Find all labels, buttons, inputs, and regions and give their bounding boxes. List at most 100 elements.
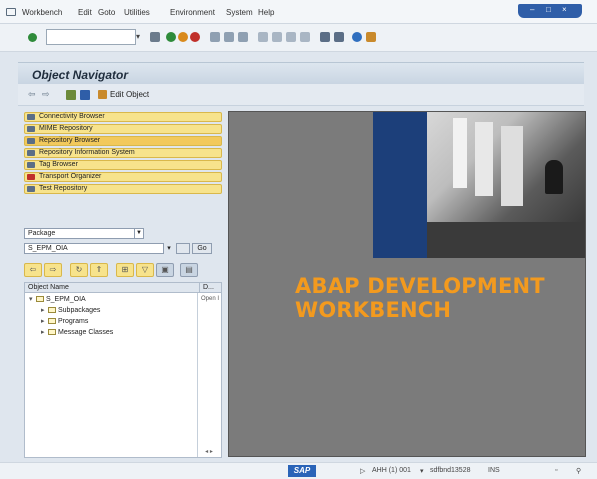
column-header-description[interactable]: D... <box>199 283 221 293</box>
seated-person <box>545 160 563 194</box>
go-button[interactable]: Go <box>192 243 212 254</box>
first-page-icon[interactable] <box>258 32 268 42</box>
tree-row-description: Open I <box>201 296 220 302</box>
tree-row-programs[interactable]: ▸ Programs <box>41 317 88 326</box>
sidebar-item-label: Transport Organizer <box>39 173 102 180</box>
tree-row-subpackages[interactable]: ▸ Subpackages <box>41 306 100 315</box>
chevron-down-icon[interactable]: ▾ <box>136 29 146 45</box>
sidebar-item-label: Connectivity Browser <box>39 113 105 120</box>
new-session-icon[interactable] <box>320 32 330 42</box>
find-icon[interactable] <box>224 32 234 42</box>
window-controls: – □ × <box>518 4 582 18</box>
print-icon[interactable] <box>210 32 220 42</box>
folder-icon <box>48 307 56 314</box>
next-page-icon[interactable] <box>286 32 296 42</box>
page-title: Object Navigator <box>32 68 129 82</box>
object-type-select[interactable]: Package <box>24 228 144 239</box>
last-page-icon[interactable] <box>300 32 310 42</box>
tree-row-root[interactable]: ▾ S_EPM_OIA <box>29 295 86 304</box>
layout-icon[interactable]: ▤ <box>180 263 198 277</box>
previous-page-icon[interactable] <box>272 32 282 42</box>
hierarchy-icon[interactable] <box>66 90 76 100</box>
play-icon[interactable]: ▷ <box>360 467 365 475</box>
menu-goto[interactable]: Goto <box>98 8 115 17</box>
system-info: AHH (1) 001 <box>372 467 411 474</box>
system-menu-icon[interactable] <box>6 8 16 16</box>
close-icon[interactable]: × <box>562 5 567 14</box>
application-toolbar: ⇦ ⇨ Edit Object <box>18 84 584 106</box>
chevron-down-icon[interactable]: ▼ <box>134 229 143 238</box>
column-header-object-name[interactable]: Object Name <box>28 283 69 292</box>
find-next-icon[interactable] <box>238 32 248 42</box>
sidebar-item-repository-browser[interactable]: Repository Browser <box>24 136 222 146</box>
sidebar-item-label: Repository Browser <box>39 137 101 144</box>
chevron-down-icon[interactable]: ▾ <box>420 467 424 475</box>
navigation-panel: Connectivity Browser MIME Repository Rep… <box>24 112 222 458</box>
repository-icon <box>27 138 35 144</box>
enter-icon[interactable] <box>28 33 37 42</box>
sidebar-item-connectivity-browser[interactable]: Connectivity Browser <box>24 112 222 122</box>
forward-arrow-icon[interactable]: ⇨ <box>44 263 62 277</box>
information-system-icon <box>27 150 35 156</box>
menu-help[interactable]: Help <box>258 8 274 17</box>
display-object-list-icon[interactable]: ▣ <box>156 263 174 277</box>
package-icon <box>36 296 44 303</box>
sidebar-item-tag-browser[interactable]: Tag Browser <box>24 160 222 170</box>
tree-row-label: S_EPM_OIA <box>46 296 86 303</box>
truck-icon <box>27 174 35 180</box>
help-icon[interactable] <box>352 32 362 42</box>
command-field[interactable] <box>46 29 136 45</box>
save-icon[interactable] <box>150 32 160 42</box>
collapse-icon[interactable]: ▾ <box>29 295 36 304</box>
welcome-title: ABAP DEVELOPMENT WORKBENCH <box>295 274 575 322</box>
sidebar-item-test-repository[interactable]: Test Repository <box>24 184 222 194</box>
menu-edit[interactable]: Edit <box>78 8 92 17</box>
back-arrow-icon[interactable]: ⇦ <box>28 89 36 100</box>
tree-row-label: Message Classes <box>58 329 114 336</box>
tag-icon <box>27 162 35 168</box>
filter-icon[interactable]: ▽ <box>136 263 154 277</box>
expand-icon[interactable]: ▸ <box>41 306 48 315</box>
expand-icon[interactable]: ▸ <box>41 328 48 337</box>
display-button[interactable] <box>176 243 190 254</box>
layout-menu-icon[interactable]: ▫ <box>555 467 557 474</box>
chevron-down-icon[interactable]: ▾ <box>164 243 174 254</box>
menu-environment[interactable]: Environment <box>170 8 215 17</box>
cancel-icon[interactable] <box>190 32 200 42</box>
exit-icon[interactable] <box>178 32 188 42</box>
tree-row-label: Programs <box>58 318 89 325</box>
sidebar-item-label: Tag Browser <box>39 161 78 168</box>
package-name-input[interactable]: S_EPM_OIA <box>24 243 164 254</box>
maximize-icon[interactable]: □ <box>546 5 551 14</box>
expand-icon[interactable]: ▸ <box>41 317 48 326</box>
back-arrow-icon[interactable]: ⇦ <box>24 263 42 277</box>
sidebar-item-mime-repository[interactable]: MIME Repository <box>24 124 222 134</box>
folder-icon <box>48 329 56 336</box>
tree-row-message-classes[interactable]: ▸ Message Classes <box>41 328 113 337</box>
menu-system[interactable]: System <box>226 8 253 17</box>
menu-utilities[interactable]: Utilities <box>124 8 150 17</box>
edit-object-label: Edit Object <box>110 90 150 99</box>
customize-layout-icon[interactable] <box>366 32 376 42</box>
menu-workbench[interactable]: Workbench <box>22 8 62 17</box>
horizontal-scroll-buttons[interactable]: ◂ ▸ <box>197 447 221 457</box>
sidebar-item-repository-information-system[interactable]: Repository Information System <box>24 148 222 158</box>
expand-all-icon[interactable]: ⊞ <box>116 263 134 277</box>
shortcut-icon[interactable] <box>334 32 344 42</box>
sap-logo: SAP <box>288 465 316 477</box>
standard-toolbar: ▾ <box>0 24 597 52</box>
back-icon[interactable] <box>166 32 176 42</box>
welcome-screen: ABAP DEVELOPMENT WORKBENCH <box>228 111 586 457</box>
forward-arrow-icon[interactable]: ⇨ <box>42 89 50 100</box>
welcome-photo <box>427 112 585 258</box>
refresh-icon[interactable]: ↻ <box>70 263 88 277</box>
test-icon <box>27 186 35 192</box>
sidebar-item-label: MIME Repository <box>39 125 93 132</box>
menu-bar: Workbench Edit Goto Utilities Environmen… <box>0 0 597 24</box>
insert-mode: INS <box>488 467 500 474</box>
minimize-icon[interactable]: – <box>530 5 534 14</box>
object-list-icon[interactable] <box>80 90 90 100</box>
edit-object-button[interactable]: Edit Object <box>98 88 149 102</box>
hierarchy-up-icon[interactable]: ⇑ <box>90 263 108 277</box>
sidebar-item-transport-organizer[interactable]: Transport Organizer <box>24 172 222 182</box>
